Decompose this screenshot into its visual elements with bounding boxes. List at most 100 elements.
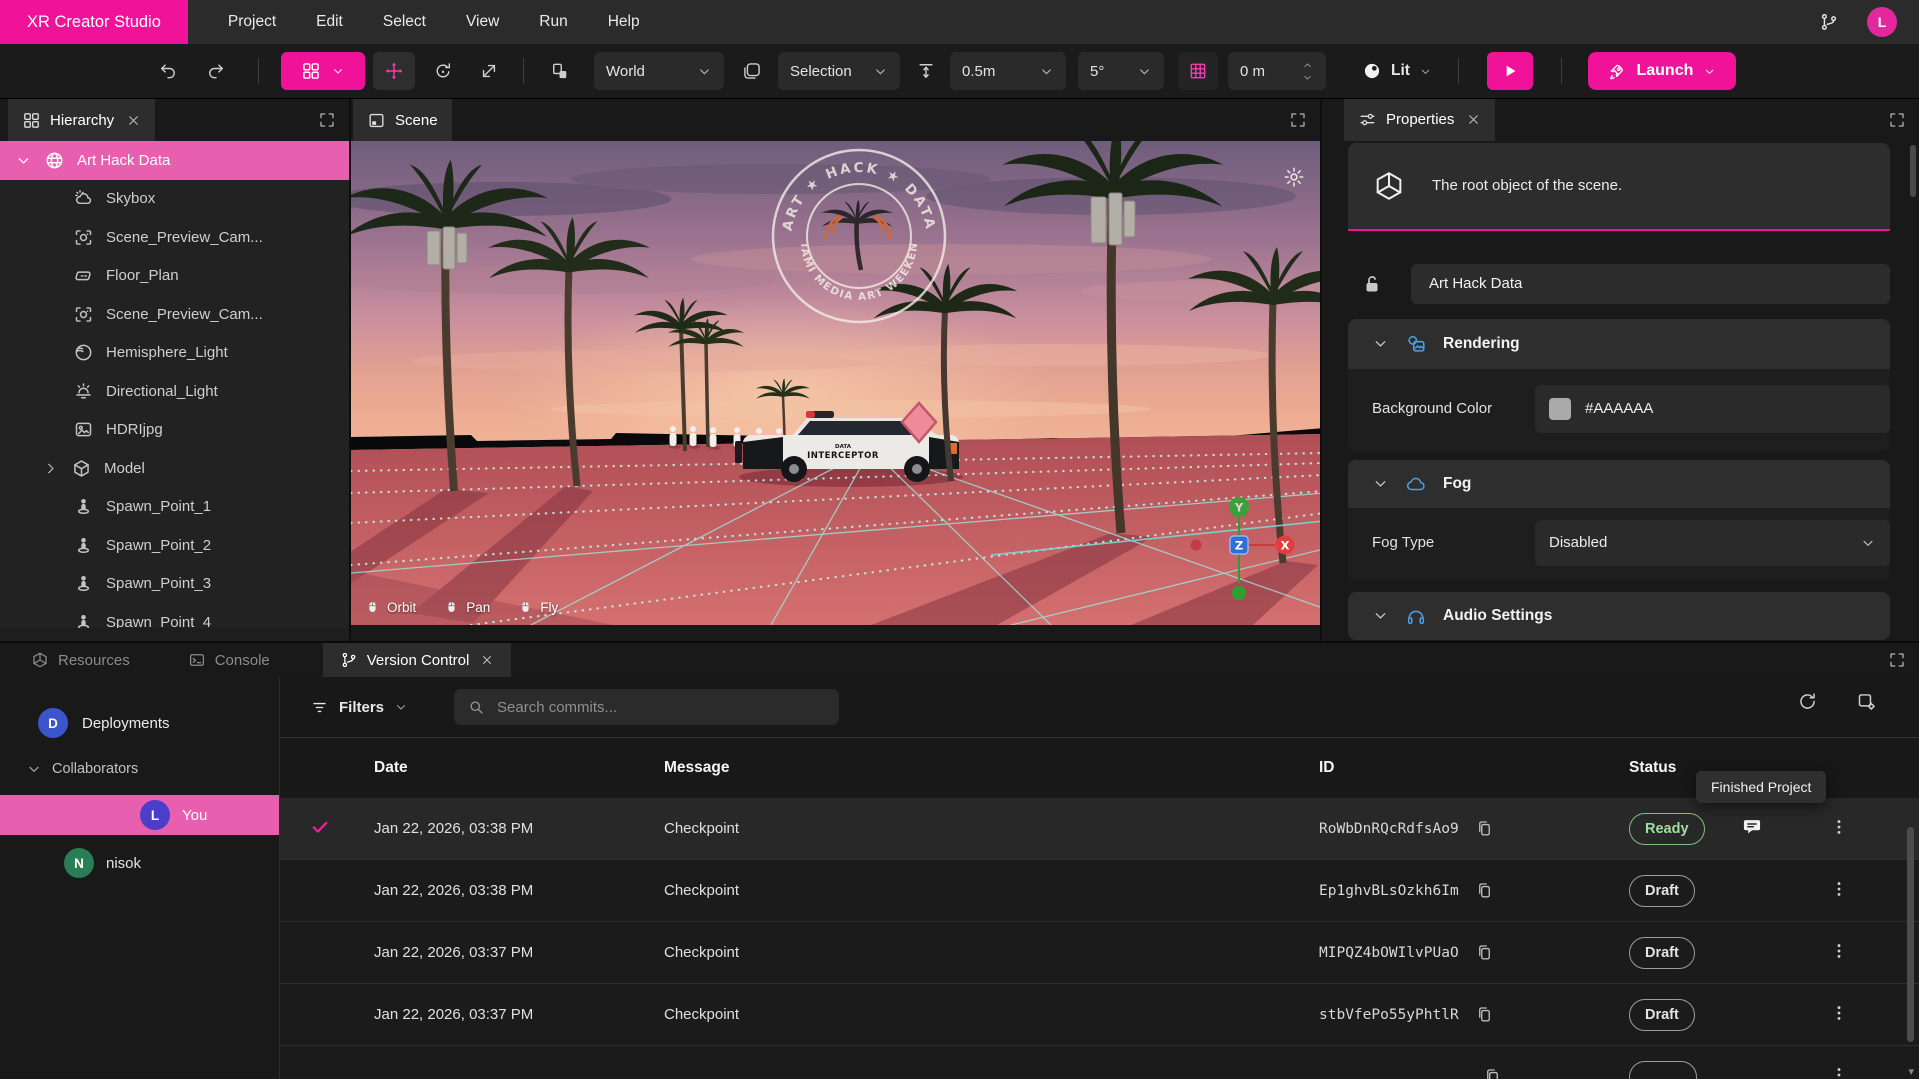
collaborator-nisok[interactable]: N nisok — [0, 843, 279, 883]
transform-paste-button[interactable] — [550, 52, 570, 90]
world-space-dropdown[interactable]: World — [594, 52, 724, 90]
fog-type-dropdown[interactable]: Disabled — [1535, 520, 1890, 566]
lock-open-icon[interactable] — [1360, 272, 1384, 296]
app-logo[interactable]: XR Creator Studio — [0, 0, 188, 44]
color-swatch[interactable] — [1549, 398, 1571, 420]
git-branch-icon[interactable] — [1819, 12, 1839, 32]
play-button[interactable] — [1487, 52, 1533, 90]
menu-view[interactable]: View — [466, 13, 499, 31]
gizmo-y-handle[interactable]: Y — [1234, 501, 1244, 515]
redo-button[interactable] — [206, 52, 226, 90]
chevron-down-icon[interactable] — [15, 152, 32, 169]
tab-console[interactable]: Console — [171, 643, 287, 677]
tab-scene[interactable]: Scene — [353, 99, 452, 141]
search-commits-box[interactable] — [454, 689, 839, 725]
tab-version-control[interactable]: Version Control — [323, 643, 512, 677]
chevron-down-icon[interactable] — [1301, 72, 1314, 83]
properties-scrollbar[interactable] — [1910, 145, 1916, 197]
object-name-field[interactable] — [1411, 264, 1890, 304]
gizmo-z-handle[interactable]: Z — [1235, 539, 1243, 553]
user-avatar[interactable]: L — [1867, 7, 1897, 37]
tab-properties[interactable]: Properties — [1344, 99, 1495, 141]
tree-item-directional-light[interactable]: Directional_Light — [0, 372, 349, 411]
copy-icon[interactable] — [1475, 819, 1494, 838]
copy-icon[interactable] — [1475, 943, 1494, 962]
tree-item-hemisphere-light[interactable]: Hemisphere_Light — [0, 334, 349, 373]
expand-hierarchy-button[interactable] — [318, 111, 336, 129]
scroll-down-arrow-icon[interactable]: ▾ — [1908, 1065, 1914, 1078]
tree-item-hdrijpg[interactable]: HDRIjpg — [0, 411, 349, 450]
snap-grid-toggle[interactable] — [1178, 52, 1218, 90]
comment-icon[interactable] — [1741, 816, 1763, 838]
undo-button[interactable] — [158, 52, 178, 90]
expand-bottom-panel-button[interactable] — [1888, 651, 1906, 669]
search-commits-input[interactable] — [495, 698, 826, 717]
snap-to-ground-button[interactable] — [916, 52, 936, 90]
tree-item-art-hack-data[interactable]: Art Hack Data — [0, 141, 349, 180]
commit-row-1[interactable]: Jan 22, 2026, 03:38 PM Checkpoint RoWbDn… — [280, 798, 1919, 860]
chevron-up-icon[interactable] — [1301, 60, 1314, 71]
scale-tool-button[interactable] — [479, 52, 499, 90]
expand-scene-button[interactable] — [1289, 111, 1307, 129]
commit-row-2[interactable]: Jan 22, 2026, 03:38 PM Checkpoint Ep1ghv… — [280, 860, 1919, 922]
kebab-menu-icon[interactable] — [1829, 941, 1849, 961]
rendering-section-header[interactable]: Rendering — [1348, 319, 1890, 369]
copy-icon[interactable] — [1483, 1067, 1502, 1079]
close-icon[interactable] — [480, 653, 494, 667]
menu-project[interactable]: Project — [228, 13, 276, 31]
scene-viewport[interactable]: DATA INTERCEPTOR — [351, 141, 1324, 625]
viewport-settings-gear-icon[interactable] — [1283, 166, 1305, 193]
tree-item-spawn-point-3[interactable]: Spawn_Point_3 — [0, 565, 349, 604]
menu-edit[interactable]: Edit — [316, 13, 343, 31]
tree-item-spawn-point-2[interactable]: Spawn_Point_2 — [0, 526, 349, 565]
commit-row-5-partial[interactable] — [280, 1046, 1919, 1079]
commit-settings-icon[interactable] — [1856, 691, 1877, 712]
move-snap-dropdown[interactable]: 0.5m — [950, 52, 1066, 90]
kebab-menu-icon[interactable] — [1829, 817, 1849, 837]
menu-help[interactable]: Help — [608, 13, 640, 31]
pivot-mode-button[interactable] — [742, 52, 762, 90]
fog-section-header[interactable]: Fog — [1348, 460, 1890, 508]
move-tool-button[interactable] — [373, 52, 415, 90]
kebab-menu-icon[interactable] — [1829, 1065, 1849, 1079]
tab-resources[interactable]: Resources — [14, 643, 147, 677]
collaborators-group[interactable]: Collaborators — [0, 749, 279, 789]
collaborator-you[interactable]: L You — [0, 795, 279, 835]
expand-properties-button[interactable] — [1888, 111, 1906, 129]
menu-select[interactable]: Select — [383, 13, 426, 31]
close-icon[interactable] — [126, 113, 141, 128]
rotate-snap-dropdown[interactable]: 5° — [1078, 52, 1164, 90]
copy-icon[interactable] — [1475, 1005, 1494, 1024]
deployments-item[interactable]: D Deployments — [0, 701, 279, 745]
menu-run[interactable]: Run — [539, 13, 567, 31]
commit-row-4[interactable]: Jan 22, 2026, 03:37 PM Checkpoint stbVfe… — [280, 984, 1919, 1046]
copy-icon[interactable] — [1475, 881, 1494, 900]
kebab-menu-icon[interactable] — [1829, 1003, 1849, 1023]
filters-button[interactable]: Filters — [310, 698, 408, 717]
gizmo-x-handle[interactable]: X — [1281, 539, 1290, 553]
tree-item-scene-preview-cam-2[interactable]: Scene_Preview_Cam... — [0, 295, 349, 334]
audio-settings-header[interactable]: Audio Settings — [1348, 592, 1890, 640]
tree-item-spawn-point-1[interactable]: Spawn_Point_1 — [0, 488, 349, 527]
commit-list-scrollbar[interactable] — [1907, 827, 1914, 1042]
rotate-tool-button[interactable] — [433, 52, 453, 90]
background-color-field[interactable]: #AAAAAA — [1535, 385, 1890, 433]
tree-item-spawn-point-4[interactable]: Spawn_Point_4 — [0, 603, 349, 628]
tree-item-skybox[interactable]: Skybox — [0, 180, 349, 219]
tree-item-floor-plan[interactable]: Floor_Plan — [0, 257, 349, 296]
tree-item-model[interactable]: Model — [0, 449, 349, 488]
refresh-icon[interactable] — [1797, 691, 1818, 712]
kebab-menu-icon[interactable] — [1829, 879, 1849, 899]
tree-item-scene-preview-cam-1[interactable]: Scene_Preview_Cam... — [0, 218, 349, 257]
commit-row-3[interactable]: Jan 22, 2026, 03:37 PM Checkpoint MIPQZ4… — [280, 922, 1919, 984]
column-date[interactable]: Date — [374, 759, 664, 777]
shading-mode-dropdown[interactable]: Lit — [1362, 61, 1432, 81]
launch-button[interactable]: Launch — [1588, 52, 1736, 90]
selection-mode-dropdown[interactable]: Selection — [778, 52, 900, 90]
layout-grid-button[interactable] — [281, 52, 365, 90]
close-icon[interactable] — [1466, 112, 1481, 127]
chevron-right-icon[interactable] — [42, 460, 59, 477]
column-id[interactable]: ID — [1319, 759, 1629, 777]
tab-hierarchy[interactable]: Hierarchy — [8, 99, 155, 141]
column-message[interactable]: Message — [664, 759, 1319, 777]
